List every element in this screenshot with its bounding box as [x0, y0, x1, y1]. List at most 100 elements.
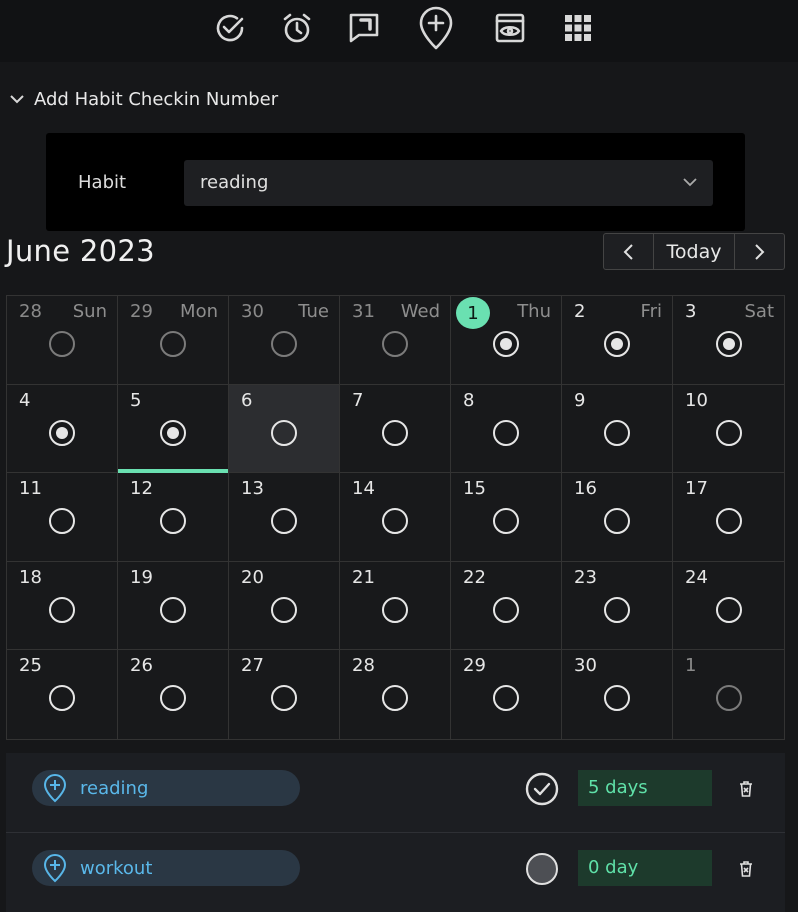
day-cell[interactable]: 14 — [340, 473, 451, 562]
day-cell[interactable]: 24 — [673, 562, 784, 651]
habit-pill[interactable]: workout — [32, 850, 300, 886]
day-cell[interactable]: 9 — [562, 384, 673, 474]
day-cell[interactable]: 27 — [229, 650, 340, 739]
checked-radio-icon[interactable] — [160, 419, 186, 446]
day-cell[interactable]: 10 — [673, 385, 784, 474]
day-number: 2 — [574, 301, 586, 322]
day-number: 13 — [241, 478, 264, 500]
weekday-label: Mon — [180, 301, 218, 322]
day-cell[interactable]: 3 Sat — [673, 296, 784, 385]
radio-icon[interactable] — [382, 419, 408, 446]
empty-circle-icon[interactable] — [524, 851, 560, 887]
day-number: 3 — [685, 301, 697, 322]
today-button[interactable]: Today — [654, 234, 735, 269]
day-cell[interactable]: 5 — [118, 384, 229, 474]
radio-icon[interactable] — [715, 596, 742, 623]
chevron-down-icon — [683, 178, 697, 187]
radio-icon[interactable] — [493, 596, 519, 623]
checked-radio-icon[interactable] — [715, 331, 742, 357]
radio-icon[interactable] — [382, 596, 408, 623]
day-cell[interactable]: 6 — [229, 384, 340, 474]
radio-icon[interactable] — [382, 331, 408, 357]
preview-icon[interactable] — [492, 10, 528, 46]
radio-icon[interactable] — [160, 331, 186, 357]
day-number: 22 — [463, 566, 486, 588]
apps-grid-icon[interactable] — [560, 10, 596, 46]
day-cell[interactable]: 1 — [673, 650, 784, 739]
day-cell[interactable]: 8 — [451, 384, 562, 474]
section-toggle[interactable]: Add Habit Checkin Number — [8, 86, 278, 112]
day-cell[interactable]: 1 Thu — [451, 296, 562, 385]
radio-icon[interactable] — [49, 596, 75, 623]
radio-icon[interactable] — [493, 508, 519, 535]
next-month-button[interactable] — [735, 234, 784, 269]
check-circle-icon[interactable] — [212, 10, 248, 46]
checked-radio-icon[interactable] — [604, 331, 630, 357]
day-cell[interactable]: 15 — [451, 473, 562, 562]
day-cell[interactable]: 7 — [340, 384, 451, 474]
day-number: 14 — [352, 478, 375, 500]
day-cell[interactable]: 12 — [118, 473, 229, 562]
check-circle-icon[interactable] — [524, 771, 560, 807]
day-cell[interactable]: 29 Mon — [118, 296, 229, 385]
day-cell[interactable]: 25 — [7, 650, 118, 739]
day-cell[interactable]: 23 — [562, 561, 673, 651]
radio-icon[interactable] — [715, 685, 742, 712]
alarm-icon[interactable] — [279, 10, 315, 46]
radio-icon[interactable] — [604, 685, 630, 712]
radio-icon[interactable] — [493, 419, 519, 446]
day-cell[interactable]: 30 Tue — [229, 296, 340, 385]
radio-icon[interactable] — [271, 508, 297, 535]
day-number: 28 — [19, 301, 42, 322]
radio-icon[interactable] — [382, 508, 408, 535]
comment-icon[interactable] — [346, 10, 382, 46]
radio-icon[interactable] — [271, 685, 297, 712]
delete-button[interactable] — [739, 860, 753, 882]
day-cell[interactable]: 28 — [340, 650, 451, 739]
day-cell[interactable]: 16 — [562, 473, 673, 562]
day-number: 23 — [574, 566, 597, 588]
radio-icon[interactable] — [604, 419, 630, 446]
day-cell[interactable]: 4 — [7, 384, 118, 474]
day-cell[interactable]: 29 — [451, 650, 562, 739]
radio-icon[interactable] — [715, 419, 742, 446]
day-number: 12 — [130, 478, 153, 500]
day-cell[interactable]: 11 — [7, 473, 118, 562]
day-cell[interactable]: 19 — [118, 561, 229, 651]
map-marker-plus-icon[interactable] — [418, 6, 454, 50]
day-number: 10 — [685, 389, 708, 411]
radio-icon[interactable] — [160, 596, 186, 623]
habit-select[interactable]: reading — [184, 160, 713, 206]
day-number: 5 — [130, 389, 142, 411]
radio-icon[interactable] — [271, 419, 297, 446]
day-cell[interactable]: 28 Sun — [7, 296, 118, 385]
day-cell[interactable]: 20 — [229, 561, 340, 651]
radio-icon[interactable] — [604, 508, 630, 535]
radio-icon[interactable] — [271, 596, 297, 623]
radio-icon[interactable] — [160, 685, 186, 712]
day-cell[interactable]: 31 Wed — [340, 296, 451, 385]
day-cell[interactable]: 21 — [340, 561, 451, 651]
prev-month-button[interactable] — [604, 234, 655, 269]
radio-icon[interactable] — [382, 685, 408, 712]
radio-icon[interactable] — [271, 331, 297, 357]
checked-radio-icon[interactable] — [49, 419, 75, 446]
radio-icon[interactable] — [160, 508, 186, 535]
day-cell[interactable]: 30 — [562, 650, 673, 739]
day-cell[interactable]: 13 — [229, 473, 340, 562]
checked-radio-icon[interactable] — [493, 331, 519, 357]
radio-icon[interactable] — [715, 508, 742, 535]
delete-button[interactable] — [739, 780, 753, 802]
radio-icon[interactable] — [49, 685, 75, 712]
day-cell[interactable]: 22 — [451, 561, 562, 651]
day-cell[interactable]: 2 Fri — [562, 296, 673, 385]
radio-icon[interactable] — [49, 331, 75, 357]
day-cell[interactable]: 18 — [7, 561, 118, 651]
radio-icon[interactable] — [493, 685, 519, 712]
map-marker-plus-icon — [43, 774, 67, 803]
habit-pill[interactable]: reading — [32, 770, 300, 806]
radio-icon[interactable] — [604, 596, 630, 623]
radio-icon[interactable] — [49, 508, 75, 535]
day-cell[interactable]: 26 — [118, 650, 229, 739]
day-cell[interactable]: 17 — [673, 473, 784, 562]
